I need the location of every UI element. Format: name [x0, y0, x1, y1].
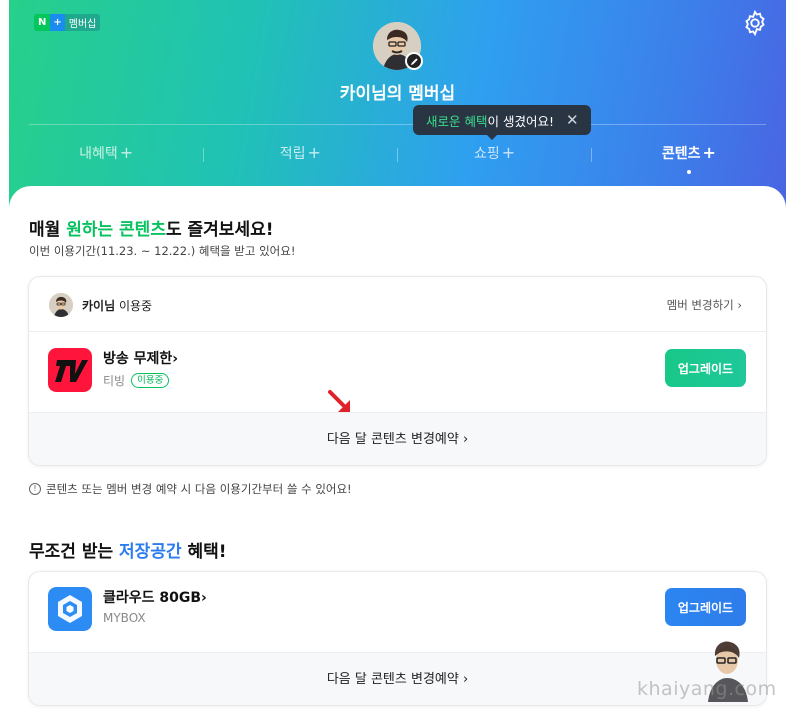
watermark-text: khaiyang.com	[637, 678, 777, 700]
tooltip-arrow	[486, 134, 498, 140]
close-icon[interactable]: ✕	[566, 111, 579, 129]
status-badge: 이용중	[131, 373, 170, 388]
provider-name: 티빙	[103, 374, 126, 388]
service-provider: 티빙 이용중	[103, 372, 170, 389]
member-status: 이용중	[115, 299, 153, 313]
active-tab-indicator	[686, 170, 691, 174]
tooltip-text: 이 생겼어요!	[487, 113, 554, 129]
tab-label: 콘텐츠	[661, 146, 701, 162]
storage-section-title: 무조건 받는 저장공간 혜택!	[29, 537, 227, 562]
info-icon: !	[29, 483, 41, 495]
service-provider: MYBOX	[103, 611, 146, 625]
badge-label: 멤버십	[68, 19, 97, 30]
contents-section-title: 매월 원하는 콘텐츠도 즐겨보세요!	[29, 215, 273, 240]
notice-text: ! 콘텐츠 또는 멤버 변경 예약 시 다음 이용기간부터 쓸 수 있어요!	[29, 481, 352, 497]
nav-divider	[29, 124, 766, 125]
contents-card: 카이님 이용중 멤버 변경하기 › 방송 무제한› 티빙 이용중 업그레이드 다…	[28, 276, 767, 466]
member-name: 카이님 이용중	[82, 297, 152, 314]
tving-logo-icon[interactable]	[48, 348, 92, 392]
service-name-link[interactable]: 방송 무제한›	[103, 348, 178, 368]
title-highlight: 원하는 콘텐츠	[66, 220, 166, 240]
avatar	[49, 293, 73, 317]
tab-shopping[interactable]: 쇼핑 +	[398, 138, 592, 168]
edit-profile-icon[interactable]	[405, 52, 423, 70]
plus-icon: +	[119, 143, 134, 162]
tab-separator	[397, 148, 398, 162]
notice-message: 콘텐츠 또는 멤버 변경 예약 시 다음 이용기간부터 쓸 수 있어요!	[46, 482, 352, 496]
tab-label: 쇼핑	[474, 146, 500, 162]
tab-label: 적립	[279, 146, 306, 162]
tab-separator	[203, 148, 204, 162]
naver-plus-membership-badge: N + 멤버십	[34, 14, 101, 31]
change-member-link[interactable]: 멤버 변경하기 ›	[667, 297, 742, 313]
tab-separator	[591, 148, 592, 162]
benefit-period-text: 이번 이용기간(11.23. ~ 12.22.) 혜택을 받고 있어요!	[29, 244, 296, 258]
title-text: 도 즐겨보세요!	[165, 220, 274, 240]
mybox-logo-icon[interactable]	[48, 587, 92, 631]
tab-contents[interactable]: 콘텐츠 +	[592, 138, 786, 174]
title-text: 무조건 받는	[29, 542, 120, 562]
upgrade-button[interactable]: 업그레이드	[665, 588, 746, 626]
new-benefit-tooltip: 새로운 혜택 이 생겼어요! ✕	[413, 105, 591, 135]
member-nickname: 카이님	[82, 299, 116, 313]
tab-points[interactable]: 적립 +	[203, 138, 397, 168]
member-row: 카이님 이용중 멤버 변경하기 ›	[29, 277, 766, 332]
gear-icon[interactable]	[741, 9, 769, 37]
mybox-service-row: 클라우드 80GB› MYBOX 업그레이드	[29, 572, 766, 650]
title-highlight: 저장공간	[119, 542, 182, 562]
upgrade-button[interactable]: 업그레이드	[665, 349, 746, 387]
page-title: 카이님의 멤버십	[339, 84, 456, 104]
plus-logo: +	[50, 14, 65, 31]
plus-icon: +	[702, 143, 716, 162]
tab-my-benefits[interactable]: 내혜택 +	[9, 138, 203, 168]
reserve-change-button[interactable]: 다음 달 콘텐츠 변경예약 ›	[29, 412, 766, 465]
service-name-link[interactable]: 클라우드 80GB›	[103, 587, 207, 607]
plus-icon: +	[501, 143, 516, 162]
red-arrow-annotation	[328, 390, 350, 412]
title-text: 매월	[29, 220, 67, 240]
tab-label: 내혜택	[79, 146, 118, 162]
n-logo: N	[34, 14, 51, 31]
tving-service-row: 방송 무제한› 티빙 이용중 업그레이드	[29, 333, 766, 411]
plus-icon: +	[307, 143, 321, 162]
tooltip-highlight: 새로운 혜택	[426, 113, 488, 129]
title-text: 혜택!	[181, 542, 227, 562]
